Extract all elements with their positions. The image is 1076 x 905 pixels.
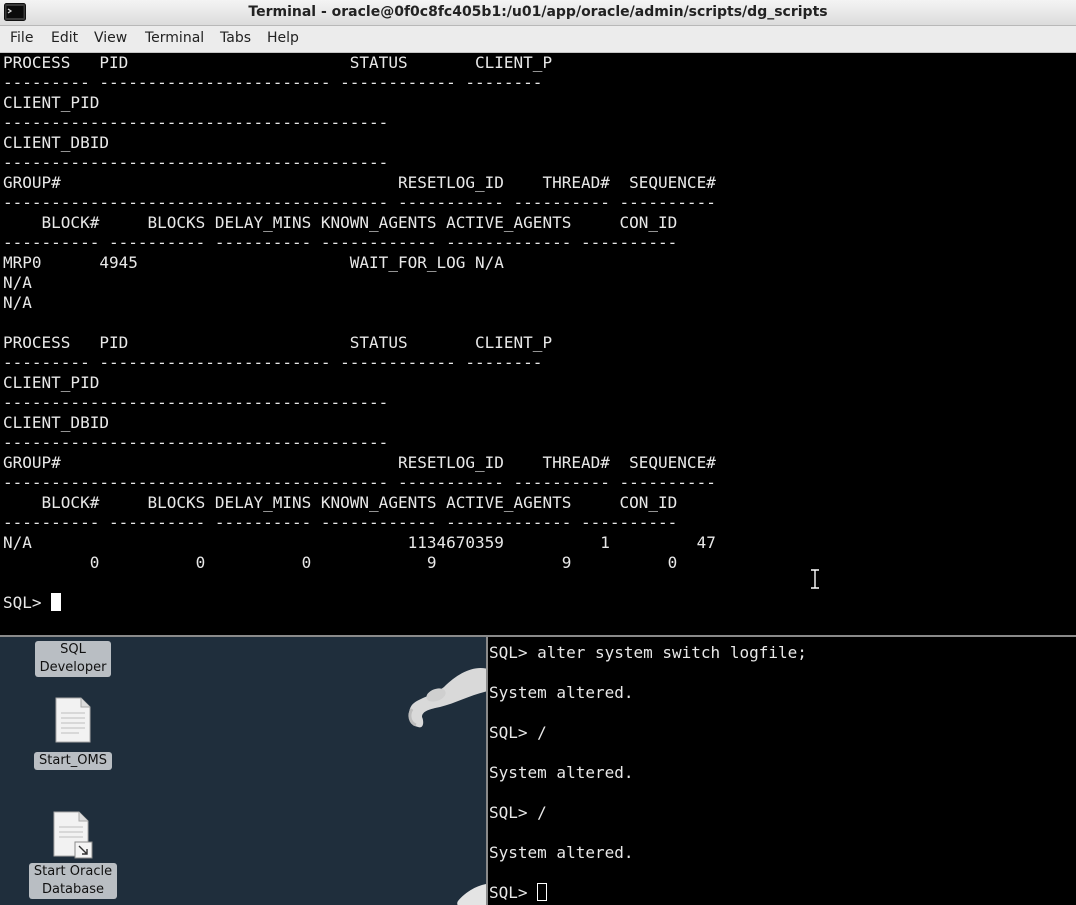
launcher-file-icon (53, 811, 93, 859)
menu-view[interactable]: View (94, 30, 127, 46)
text-cursor-icon (811, 568, 819, 590)
terminal2-output: SQL> alter system switch logfile; System… (488, 637, 1076, 903)
terminal-screen[interactable]: PROCESS PID STATUS CLIENT_P --------- --… (0, 53, 1076, 635)
menu-tabs[interactable]: Tabs (220, 30, 251, 46)
terminal-output: PROCESS PID STATUS CLIENT_P --------- --… (0, 53, 1076, 613)
sql-prompt-secondary: SQL> (489, 883, 538, 902)
start-oms-label: Start_OMS (34, 752, 112, 770)
menu-file[interactable]: File (10, 30, 33, 46)
window-title: Terminal - oracle@0f0c8fc405b1:/u01/app/… (248, 4, 828, 20)
sql-prompt: SQL> (3, 593, 52, 612)
terminal-window[interactable]: Terminal - oracle@0f0c8fc405b1:/u01/app/… (0, 0, 1076, 637)
start-oracle-database-label-line2: Database (41, 882, 104, 897)
terminal2-output-text: SQL> alter system switch logfile; System… (489, 643, 807, 862)
terminal-output-text: PROCESS PID STATUS CLIENT_P --------- --… (3, 53, 716, 572)
desktop-icon-start-oms[interactable]: Start_OMS (18, 697, 128, 770)
mascot-figure-icon (408, 668, 486, 728)
menu-help[interactable]: Help (267, 30, 299, 46)
desktop-icon-start-oracle-database[interactable]: Start Oracle Database (18, 811, 128, 899)
sql-developer-label-line2: Developer (39, 660, 107, 675)
sql-developer-label: SQL Developer (34, 641, 112, 677)
mascot-foot-icon (457, 884, 486, 905)
file-icon (55, 697, 91, 743)
menu-terminal[interactable]: Terminal (145, 30, 204, 46)
menu-bar: File Edit View Terminal Tabs Help (0, 26, 1076, 53)
terminal2-cursor (537, 883, 548, 901)
start-oracle-database-label: Start Oracle Database (28, 863, 118, 899)
desktop-icon-sql-developer[interactable]: SQL Developer (18, 641, 128, 677)
menu-edit[interactable]: Edit (51, 30, 78, 46)
terminal-window-secondary[interactable]: SQL> alter system switch logfile; System… (486, 637, 1076, 905)
terminal-cursor (51, 593, 62, 611)
start-oracle-database-label-line1: Start Oracle (33, 864, 113, 879)
desktop[interactable]: SQL Developer Start_OMS Start Oracle Datab… (0, 637, 486, 905)
sql-developer-label-line1: SQL (60, 642, 86, 657)
title-bar[interactable]: Terminal - oracle@0f0c8fc405b1:/u01/app/… (0, 0, 1076, 26)
